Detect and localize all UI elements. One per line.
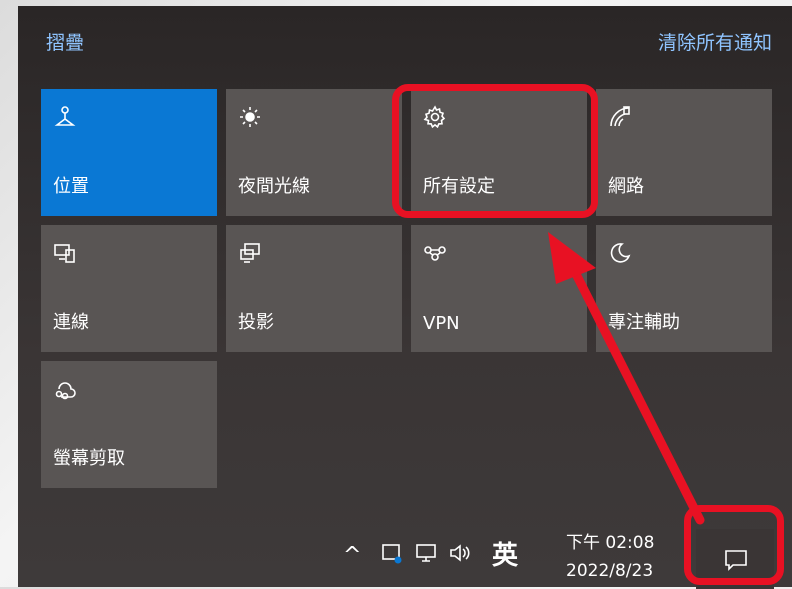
tile-label: 網路 — [608, 176, 644, 197]
screen-snip-icon — [53, 377, 77, 401]
tile-label: VPN — [423, 313, 460, 334]
tile-focus-assist[interactable]: 專注輔助 — [596, 225, 772, 352]
tile-label: 螢幕剪取 — [53, 448, 125, 469]
show-hidden-icons-chevron-icon[interactable]: ^ — [343, 543, 361, 568]
network-icon — [608, 105, 632, 129]
project-icon — [238, 241, 262, 265]
tile-label: 連線 — [53, 312, 89, 333]
collapse-link[interactable]: 摺疊 — [46, 28, 84, 55]
volume-icon[interactable] — [448, 543, 472, 567]
tile-project[interactable]: 投影 — [226, 225, 402, 352]
tile-location[interactable]: 位置 — [41, 89, 217, 216]
clear-all-notifications-link[interactable]: 清除所有通知 — [658, 28, 772, 55]
tile-vpn[interactable]: VPN — [411, 225, 587, 352]
highlight-action-center-button — [684, 505, 784, 585]
tile-connect[interactable]: 連線 — [41, 225, 217, 352]
ime-indicator[interactable]: 英 — [492, 535, 518, 572]
tile-network[interactable]: 網路 — [596, 89, 772, 216]
night-light-icon — [238, 105, 262, 129]
vpn-icon — [423, 241, 447, 265]
network-tray-icon[interactable] — [414, 541, 438, 569]
focus-assist-icon — [608, 241, 632, 265]
highlight-all-settings — [392, 84, 598, 218]
clock-date: 2022/8/23 — [566, 561, 654, 581]
tile-label: 專注輔助 — [608, 312, 680, 333]
connect-icon — [53, 241, 77, 265]
taskbar: ^ 英 下午 02:08 2022/8/23 — [18, 521, 792, 589]
tile-label: 位置 — [53, 176, 89, 197]
meet-now-icon[interactable] — [380, 541, 404, 569]
location-icon — [53, 105, 77, 129]
tile-night-light[interactable]: 夜間光線 — [226, 89, 402, 216]
tile-label: 投影 — [238, 312, 274, 333]
tile-screen-snip[interactable]: 螢幕剪取 — [41, 361, 217, 488]
tile-label: 夜間光線 — [238, 176, 310, 197]
clock-time: 下午 02:08 — [566, 533, 655, 553]
taskbar-clock[interactable]: 下午 02:08 2022/8/23 — [566, 529, 654, 585]
